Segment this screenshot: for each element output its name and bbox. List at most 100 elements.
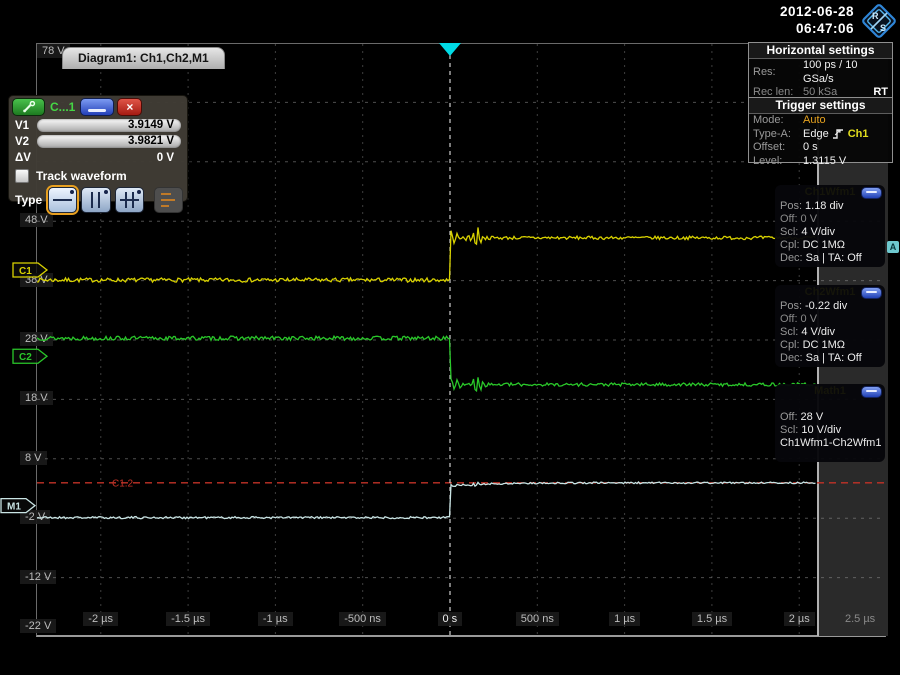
v2-label: V2	[15, 136, 37, 148]
datetime-display: 2012-06-28 06:47:06	[780, 3, 854, 37]
cursor-dialog-title: C...1	[48, 100, 77, 114]
rs-logo: R S	[860, 2, 898, 40]
horizontal-settings-panel[interactable]: Horizontal settings Res: 100 ps / 10 GSa…	[748, 42, 893, 98]
math-expression: Ch1Wfm1-Ch2Wfm1	[780, 437, 881, 450]
signal-box-ch2wfm1[interactable]: Ch2Wfm1 Pos:-0.22 div Off:0 V Scl:4 V/di…	[775, 285, 885, 367]
cross-cursor-type-button[interactable]	[115, 187, 144, 213]
signal-box-title: Ch2Wfm1	[805, 286, 856, 298]
coupled-cursor-type-button[interactable]	[154, 187, 183, 213]
date-label: 2012-06-28	[780, 3, 854, 20]
signal-box-header[interactable]: Math1	[775, 384, 885, 399]
trigger-level-marker[interactable]: A	[887, 241, 899, 253]
minimize-button[interactable]	[861, 386, 882, 398]
trigger-settings-title: Trigger settings	[749, 98, 892, 114]
close-button[interactable]: ×	[117, 98, 142, 116]
dec-value: Sa | TA: Off	[806, 352, 862, 365]
trigger-type-value: Edge	[803, 128, 829, 142]
res-value: 100 ps / 10 GSa/s	[803, 59, 888, 86]
dec-label: Dec:	[780, 252, 803, 265]
vertical-cursor-type-button[interactable]	[81, 187, 110, 213]
vertical-cursor-icon	[91, 192, 93, 208]
trigger-position-marker[interactable]	[439, 43, 461, 56]
waveform-math1[interactable]	[37, 482, 816, 519]
x-axis-label: 2.5 µs	[840, 612, 880, 626]
pos-value: 1.18 div	[805, 200, 844, 213]
minimize-button[interactable]	[80, 98, 114, 116]
selector-dot	[104, 190, 108, 194]
dec-value: Sa | TA: Off	[806, 252, 862, 265]
time-label: 06:47:06	[780, 20, 854, 37]
delta-v-label: ΔV	[15, 152, 37, 164]
scl-label: Scl:	[780, 424, 798, 437]
rising-edge-icon	[832, 128, 845, 140]
channel-tag-M1[interactable]: M1	[1, 499, 35, 513]
cpl-value: DC 1MΩ	[803, 339, 845, 352]
horizontal-cursor-icon	[53, 199, 72, 201]
selector-dot	[137, 190, 141, 194]
off-value: 0 V	[801, 313, 818, 326]
pos-label: Pos:	[780, 300, 802, 313]
x-axis-label: 2 µs	[784, 612, 815, 626]
signal-box-title: Math1	[814, 385, 846, 397]
scl-label: Scl:	[780, 326, 798, 339]
horizontal-settings-title: Horizontal settings	[749, 43, 892, 59]
logo-letter-r: R	[872, 11, 879, 21]
v2-row: V2 3.9821 V	[9, 133, 187, 149]
track-waveform-label: Track waveform	[36, 169, 127, 183]
off-label: Off:	[780, 411, 798, 424]
trigger-level-label: Level:	[753, 155, 803, 169]
delta-v-row: ΔV 0 V	[9, 149, 187, 165]
trigger-type-label: Type-A:	[753, 128, 803, 142]
trigger-mode-label: Mode:	[753, 114, 803, 128]
channel-tag-C1[interactable]: C1	[13, 263, 47, 277]
cursor-type-label: Type	[15, 193, 44, 207]
cursor-dialog-header: C...1 ×	[9, 96, 187, 117]
cursor-dialog[interactable]: C...1 × V1 3.9149 V V2 3.9821 V ΔV 0 V T…	[8, 95, 188, 202]
minimize-button[interactable]	[861, 187, 882, 199]
logo-letter-s: S	[880, 23, 886, 33]
scl-value: 4 V/div	[801, 226, 835, 239]
scl-value: 10 V/div	[801, 424, 841, 437]
res-label: Res:	[753, 66, 803, 80]
cross-cursor-icon	[120, 199, 139, 201]
channel-tag-C2[interactable]: C2	[13, 349, 47, 363]
track-waveform-checkbox[interactable]	[15, 169, 29, 183]
cpl-value: DC 1MΩ	[803, 239, 845, 252]
trigger-level-value: 1.3115 V	[803, 155, 846, 169]
off-label: Off:	[780, 213, 798, 226]
signal-box-math1[interactable]: Math1 Off:28 V Scl:10 V/div Ch1Wfm1-Ch2W…	[775, 384, 885, 462]
signal-box-ch1wfm1[interactable]: Ch1Wfm1 Pos:1.18 div Off:0 V Scl:4 V/div…	[775, 185, 885, 267]
waveform-ch1wfm1[interactable]	[37, 227, 816, 282]
signal-box-header[interactable]: Ch1Wfm1	[775, 185, 885, 200]
pos-value: -0.22 div	[805, 300, 847, 313]
off-label: Off:	[780, 313, 798, 326]
horizontal-cursor-type-button[interactable]	[48, 187, 77, 213]
cursor-line-label: C1.2	[112, 478, 134, 489]
wrench-icon	[22, 101, 36, 113]
diagram-tab[interactable]: Diagram1: Ch1,Ch2,M1	[62, 47, 225, 69]
x-axis-label: 1 µs	[609, 612, 640, 626]
signal-box-header[interactable]: Ch2Wfm1	[775, 285, 885, 300]
v1-value-field[interactable]: 3.9149 V	[37, 119, 181, 132]
minimize-button[interactable]	[861, 287, 882, 299]
selector-dot	[70, 190, 74, 194]
signal-box-title: Ch1Wfm1	[805, 186, 856, 198]
coupled-cursor-icon	[161, 193, 171, 195]
scl-value: 4 V/div	[801, 326, 835, 339]
trigger-settings-panel[interactable]: Trigger settings Mode: Auto Type-A: Edge…	[748, 97, 893, 163]
cpl-label: Cpl:	[780, 239, 800, 252]
svg-text:C2: C2	[19, 352, 32, 363]
x-axis-label: 1.5 µs	[692, 612, 732, 626]
waveform-ch2wfm1[interactable]	[37, 336, 816, 391]
x-axis-label: -1 µs	[258, 612, 293, 626]
cursor-type-row: Type	[9, 183, 187, 213]
x-axis-label: 0 s	[438, 612, 463, 626]
v2-value-field[interactable]: 3.9821 V	[37, 135, 181, 148]
trigger-mode-value: Auto	[803, 114, 826, 128]
close-icon: ×	[126, 101, 133, 113]
svg-text:C1: C1	[19, 266, 32, 277]
cpl-label: Cpl:	[780, 339, 800, 352]
x-axis-label: 500 ns	[516, 612, 559, 626]
x-axis-label: -500 ns	[339, 612, 386, 626]
settings-button[interactable]	[12, 98, 45, 116]
